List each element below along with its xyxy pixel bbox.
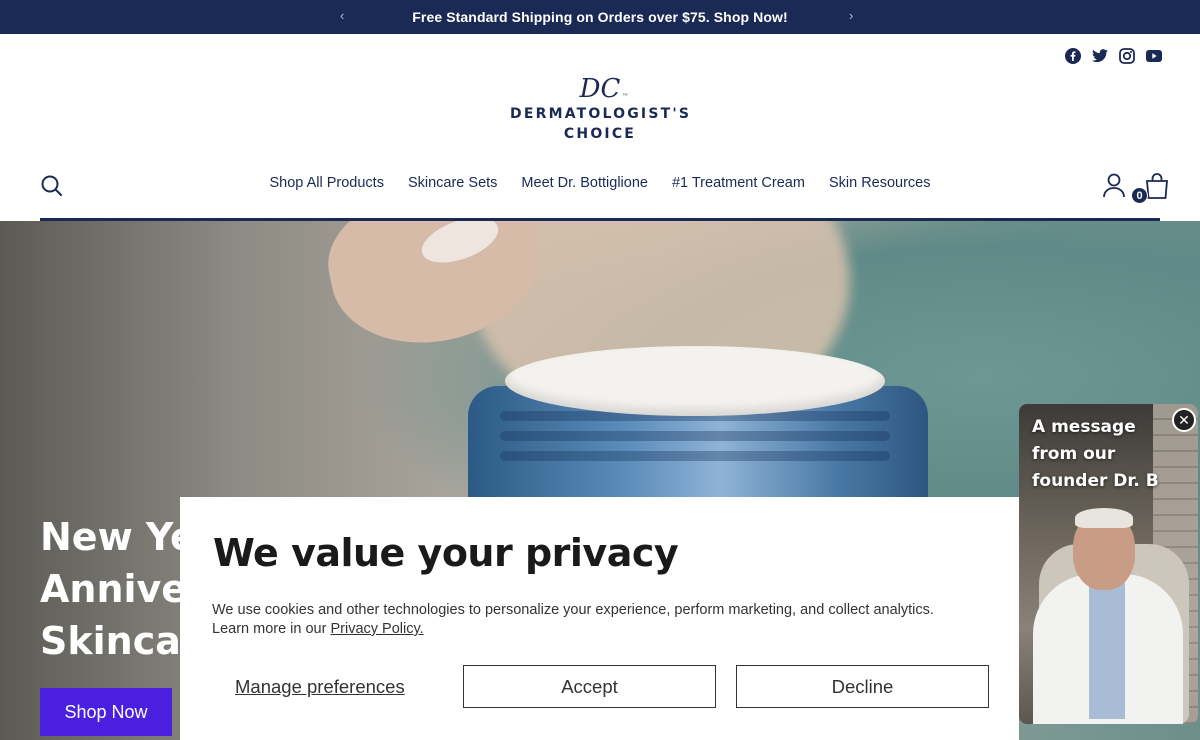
announcement-text[interactable]: Free Standard Shipping on Orders over $7… <box>412 9 787 25</box>
privacy-description: We use cookies and other technologies to… <box>212 602 934 637</box>
manage-preferences-link[interactable]: Manage preferences <box>235 676 405 698</box>
jar-thread <box>500 451 890 461</box>
facebook-icon[interactable] <box>1064 47 1081 64</box>
decline-button[interactable]: Decline <box>736 665 989 708</box>
announcement-next-button[interactable]: › <box>849 8 853 23</box>
nav-shop-all-products[interactable]: Shop All Products <box>269 175 383 191</box>
nav-skin-resources[interactable]: Skin Resources <box>829 175 931 191</box>
jar-thread <box>500 431 890 441</box>
video-person-shirt <box>1089 579 1125 719</box>
instagram-icon[interactable] <box>1118 47 1135 64</box>
hero-headline: New Ye Annive Skinca <box>40 515 196 663</box>
nav-skincare-sets[interactable]: Skincare Sets <box>408 175 497 191</box>
nav-meet-dr-bottiglione[interactable]: Meet Dr. Bottiglione <box>521 175 648 191</box>
video-person-hair <box>1075 508 1133 528</box>
social-links <box>1064 47 1162 64</box>
founder-video-card[interactable]: A message from our founder Dr. B ✕ <box>1019 404 1198 724</box>
privacy-dialog: We value your privacy We use cookies and… <box>180 497 1019 740</box>
nav-treatment-cream[interactable]: #1 Treatment Cream <box>672 175 805 191</box>
announcement-prev-button[interactable]: ‹ <box>340 8 344 23</box>
announcement-bar: ‹ Free Standard Shipping on Orders over … <box>0 0 1200 34</box>
shop-now-button[interactable]: Shop Now <box>40 688 172 736</box>
video-caption: A message from our founder Dr. B <box>1032 417 1159 491</box>
brand-logo[interactable]: DC ™ DERMATOLOGIST'S CHOICE <box>510 74 690 144</box>
youtube-icon[interactable] <box>1145 47 1162 64</box>
main-navigation: Shop All Products Skincare Sets Meet Dr.… <box>0 175 1200 191</box>
hero-jar-lid <box>505 346 885 416</box>
logo-monogram: DC ™ <box>579 74 629 104</box>
privacy-title: We value your privacy <box>213 531 679 575</box>
close-icon[interactable]: ✕ <box>1172 408 1196 432</box>
logo-line-1: DERMATOLOGIST'S <box>510 106 692 122</box>
logo-line-2: CHOICE <box>563 126 637 142</box>
account-icon[interactable] <box>1102 172 1126 198</box>
twitter-icon[interactable] <box>1091 47 1108 64</box>
cart-count-badge[interactable]: 0 <box>1131 187 1148 204</box>
privacy-policy-link[interactable]: Privacy Policy. <box>330 621 423 637</box>
accept-button[interactable]: Accept <box>463 665 716 708</box>
